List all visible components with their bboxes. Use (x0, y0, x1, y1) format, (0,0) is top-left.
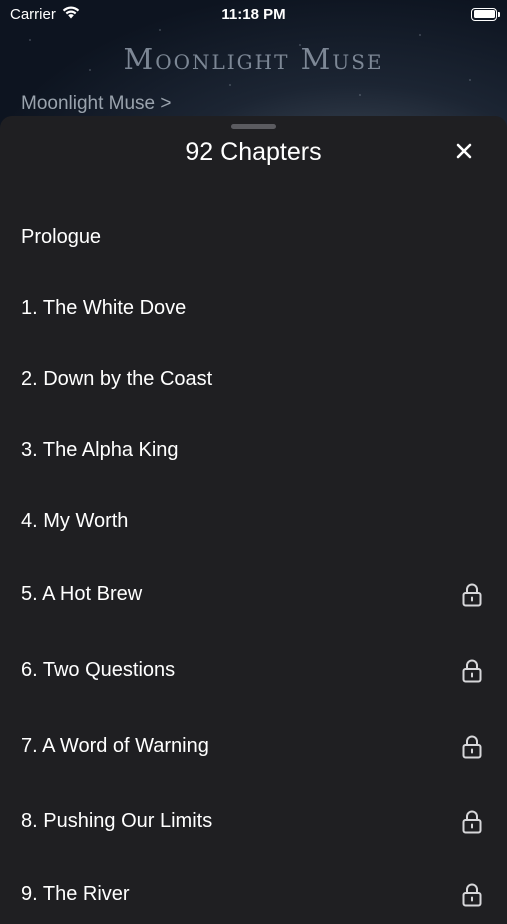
close-icon (456, 143, 472, 159)
chapter-row[interactable]: 6. Two Questions (0, 640, 507, 700)
chapter-row[interactable]: 3. The Alpha King (0, 420, 507, 480)
lock-icon (460, 657, 484, 683)
chapters-sheet: 92 Chapters Prologue 1. The White Dove 2. … (0, 116, 507, 916)
chapter-label: 3. The Alpha King (21, 438, 179, 461)
chapter-label: 9. The River (21, 882, 130, 905)
status-bar: Carrier 11:18 PM (0, 0, 507, 28)
chapter-row[interactable]: 9. The River (0, 864, 507, 924)
chapter-row[interactable]: 5. A Hot Brew (0, 564, 507, 624)
carrier-label: Carrier (10, 5, 56, 23)
lock-icon (460, 733, 484, 759)
chapter-row[interactable]: 4. My Worth (0, 491, 507, 551)
chapter-label: 7. A Word of Warning (21, 734, 209, 757)
chapter-row[interactable]: 1. The White Dove (0, 278, 507, 338)
sheet-grabber-handle[interactable] (231, 124, 276, 129)
lock-icon (460, 808, 484, 834)
chapter-label: 6. Two Questions (21, 658, 176, 681)
chapter-row[interactable]: Prologue (0, 207, 507, 267)
battery-icon (471, 7, 500, 21)
chapter-label: 5. A Hot Brew (21, 582, 143, 605)
cover-title: Moonlight Muse (123, 42, 384, 76)
sheet-title: 92 Chapters (185, 138, 322, 166)
wifi-icon (62, 6, 80, 23)
close-button[interactable] (451, 138, 477, 164)
chapter-label: 4. My Worth (21, 509, 129, 532)
chapter-row[interactable]: 2. Down by the Coast (0, 349, 507, 409)
book-breadcrumb-link[interactable]: Moonlight Muse > (21, 93, 172, 115)
lock-icon (460, 881, 484, 907)
status-left: Carrier (10, 6, 80, 23)
chapter-label: 8. Pushing Our Limits (21, 809, 213, 832)
chapter-label: Prologue (21, 225, 102, 248)
lock-icon (460, 581, 484, 607)
chapter-row[interactable]: 7. A Word of Warning (0, 716, 507, 776)
chapter-label: 1. The White Dove (21, 296, 187, 319)
chapter-row[interactable]: 8. Pushing Our Limits (0, 791, 507, 851)
chapter-label: 2. Down by the Coast (21, 367, 213, 390)
